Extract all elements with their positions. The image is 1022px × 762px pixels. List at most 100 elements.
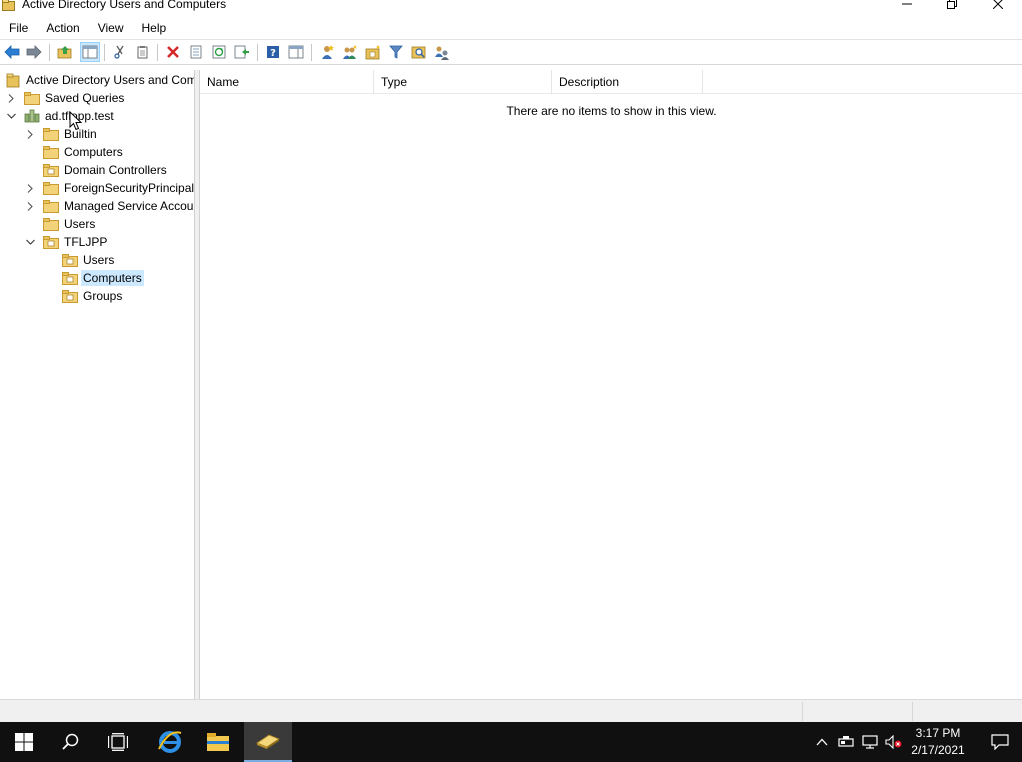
tree-item-label: TFLJPP xyxy=(64,235,108,249)
empty-list-message: There are no items to show in this view. xyxy=(506,104,717,118)
copy-icon[interactable] xyxy=(133,43,151,61)
search-icon xyxy=(62,733,79,750)
column-headers: Name Type Description xyxy=(200,70,1022,94)
show-hide-tree-icon[interactable] xyxy=(80,42,100,62)
export-list-icon[interactable] xyxy=(233,43,251,61)
tray-storage-icon[interactable] xyxy=(836,732,856,752)
ou-icon xyxy=(43,163,59,177)
menu-bar: File Action View Help xyxy=(0,18,1022,38)
column-header-type[interactable]: Type xyxy=(374,70,552,94)
add-to-group-icon[interactable] xyxy=(433,43,451,61)
tree-item-computers[interactable]: Computers xyxy=(24,143,125,161)
ou-icon xyxy=(62,271,78,285)
volume-muted-icon[interactable] xyxy=(884,732,904,752)
task-view-button[interactable] xyxy=(94,722,142,762)
tree-item-ad-tflopp-test[interactable]: ad.tflopp.test xyxy=(5,107,116,125)
tree-item-foreignsecurityprincipals[interactable]: ForeignSecurityPrincipals xyxy=(24,179,195,197)
close-button[interactable] xyxy=(975,0,1021,14)
menu-file[interactable]: File xyxy=(0,18,37,38)
tree-item-groups[interactable]: Groups xyxy=(43,287,124,305)
mouse-cursor-icon xyxy=(69,111,82,131)
collapse-chevron-icon[interactable] xyxy=(5,110,17,122)
domain-icon xyxy=(24,109,40,123)
notification-icon xyxy=(991,734,1009,750)
menu-action[interactable]: Action xyxy=(37,18,88,38)
action-center-button[interactable] xyxy=(978,722,1022,762)
new-user-icon[interactable] xyxy=(318,43,336,61)
tree-item-saved-queries[interactable]: Saved Queries xyxy=(5,89,126,107)
menu-view[interactable]: View xyxy=(89,18,133,38)
filter-icon[interactable] xyxy=(387,43,405,61)
menu-help[interactable]: Help xyxy=(133,18,176,38)
taskbar: 3:17 PM 2/17/2021 xyxy=(0,722,1022,762)
internet-explorer-icon xyxy=(158,731,182,753)
tree-root-label: Active Directory Users and Com xyxy=(26,73,195,87)
folder-icon xyxy=(43,127,59,141)
tree-item-users[interactable]: Users xyxy=(24,215,97,233)
tree-item-label: Managed Service Accour xyxy=(64,199,195,213)
ou-icon xyxy=(43,235,59,249)
new-group-icon[interactable] xyxy=(341,43,359,61)
expand-chevron-icon[interactable] xyxy=(5,92,17,104)
file-explorer-button[interactable] xyxy=(194,722,242,762)
show-action-pane-icon[interactable] xyxy=(287,43,305,61)
minimize-button[interactable] xyxy=(884,0,930,14)
show-hidden-icons-button[interactable] xyxy=(812,732,832,752)
clock-time: 3:17 PM xyxy=(915,726,961,740)
folder-icon xyxy=(43,145,59,159)
ad-users-computers-taskbar-button[interactable] xyxy=(244,722,292,762)
svg-text:?: ? xyxy=(270,48,276,59)
collapse-chevron-icon[interactable] xyxy=(24,236,36,248)
ad-console-icon xyxy=(5,73,21,87)
tree-item-domain-controllers[interactable]: Domain Controllers xyxy=(24,161,169,179)
ou-icon xyxy=(62,253,78,267)
forward-icon[interactable] xyxy=(25,43,43,61)
up-folder-icon[interactable] xyxy=(56,43,74,61)
ad-console-icon xyxy=(256,734,280,749)
tree-item-label: Users xyxy=(83,253,115,267)
new-ou-icon[interactable] xyxy=(364,43,382,61)
tree-item-managed-service-accour[interactable]: Managed Service Accour xyxy=(24,197,195,215)
internet-explorer-button[interactable] xyxy=(146,722,194,762)
tree-item-label: ForeignSecurityPrincipals xyxy=(64,181,195,195)
folder-icon xyxy=(207,733,229,751)
find-icon[interactable] xyxy=(410,43,428,61)
restore-button[interactable] xyxy=(929,0,975,14)
status-bar xyxy=(0,699,1022,722)
tree-item-computers[interactable]: Computers xyxy=(43,269,144,287)
tree-item-label: Domain Controllers xyxy=(64,163,167,177)
ad-app-icon xyxy=(2,0,15,11)
network-icon[interactable] xyxy=(860,732,880,752)
tree-item-builtin[interactable]: Builtin xyxy=(24,125,99,143)
windows-logo-icon xyxy=(15,733,33,751)
properties-icon[interactable] xyxy=(187,43,205,61)
tree-item-label: Computers xyxy=(81,270,144,286)
expand-chevron-icon[interactable] xyxy=(24,128,36,140)
ou-icon xyxy=(62,289,78,303)
status-divider xyxy=(802,702,803,721)
details-pane: Name Type Description There are no items… xyxy=(199,70,1022,699)
delete-icon[interactable] xyxy=(164,43,182,61)
column-header-name[interactable]: Name xyxy=(200,70,374,94)
tree-item-label: Groups xyxy=(83,289,123,303)
search-button[interactable] xyxy=(47,722,95,762)
start-button[interactable] xyxy=(0,722,48,762)
expand-chevron-icon[interactable] xyxy=(24,182,36,194)
help-icon[interactable]: ? xyxy=(264,43,282,61)
tree-item-tfljpp[interactable]: TFLJPP xyxy=(24,233,109,251)
refresh-icon[interactable] xyxy=(210,43,228,61)
back-icon[interactable] xyxy=(3,43,21,61)
taskbar-clock[interactable]: 3:17 PM 2/17/2021 xyxy=(902,725,974,759)
tree-item-users[interactable]: Users xyxy=(43,251,116,269)
expand-chevron-icon[interactable] xyxy=(24,200,36,212)
column-header-description[interactable]: Description xyxy=(552,70,703,94)
folder-icon xyxy=(43,217,59,231)
folder-icon xyxy=(43,181,59,195)
tree-root[interactable]: Active Directory Users and Com xyxy=(5,71,195,89)
cut-icon[interactable] xyxy=(111,43,129,61)
